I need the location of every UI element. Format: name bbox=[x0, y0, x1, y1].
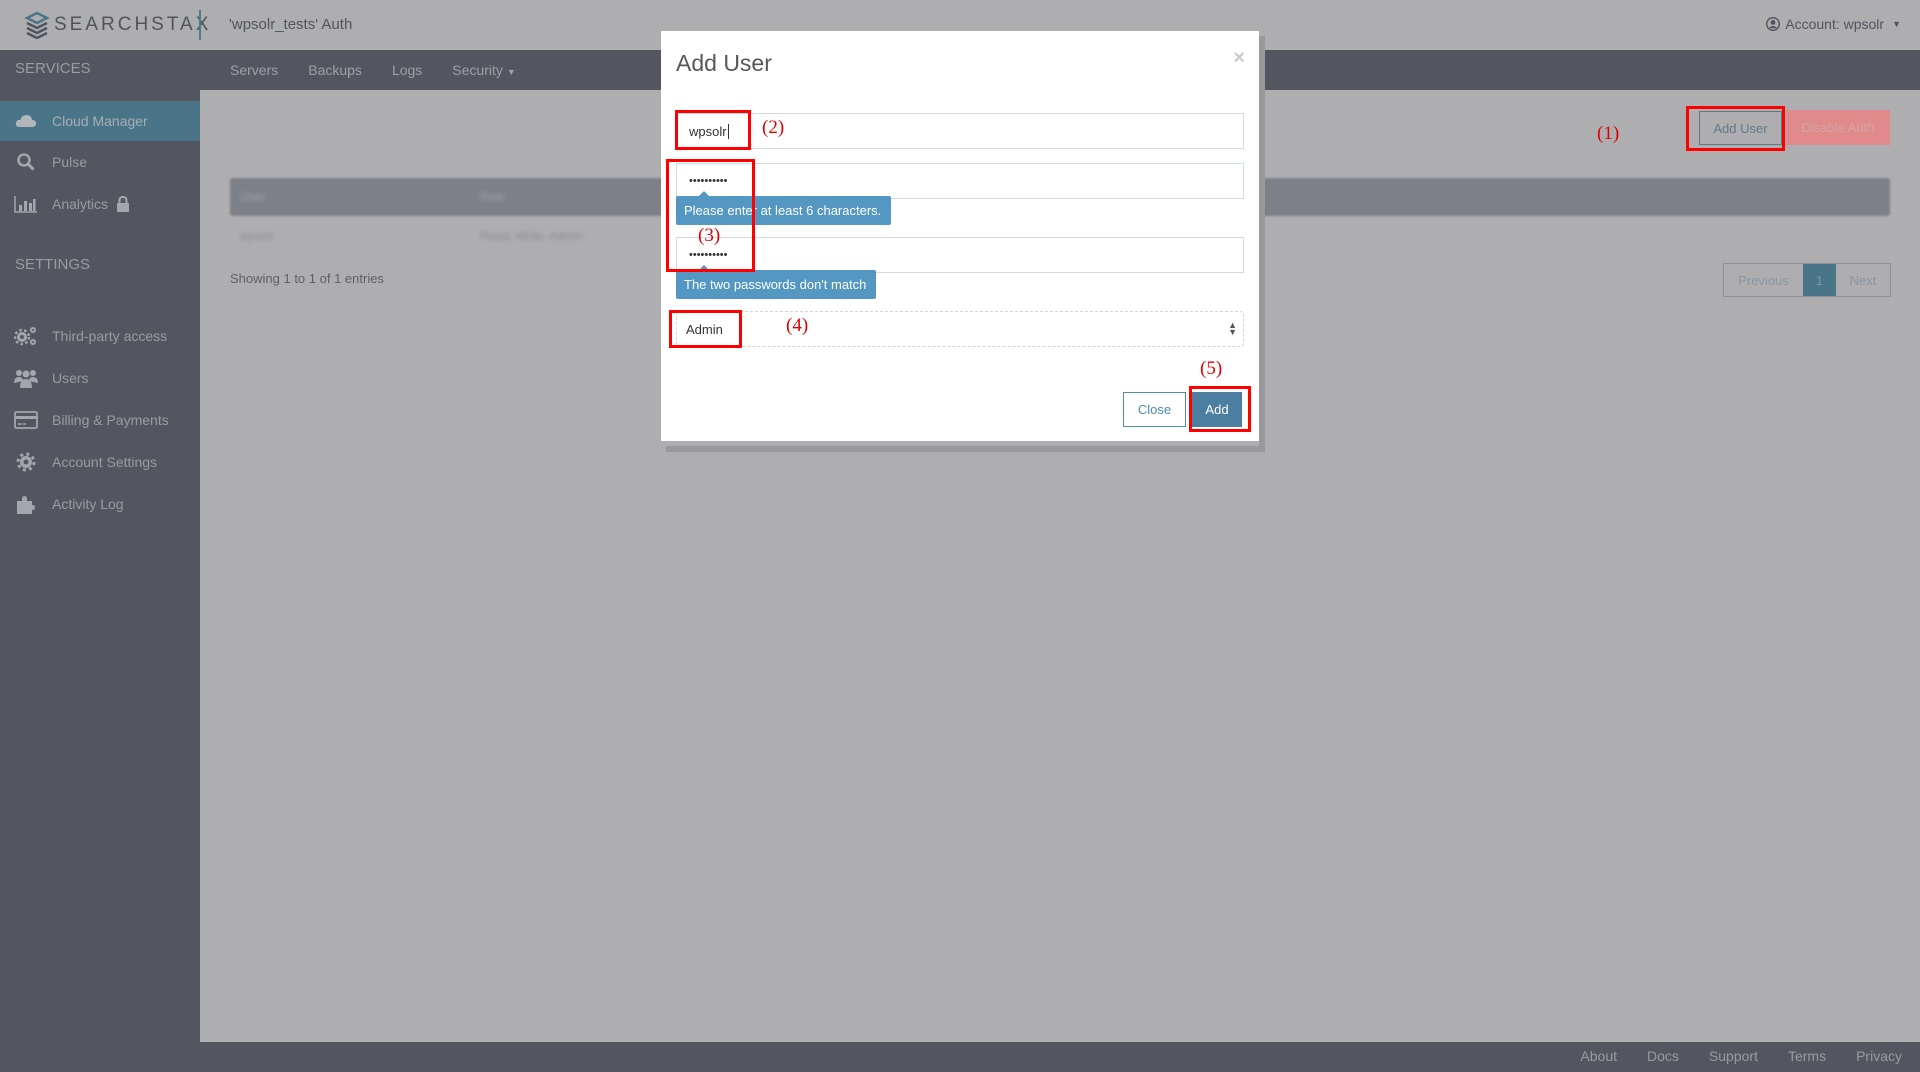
close-button[interactable]: Close bbox=[1123, 392, 1186, 427]
sidebar-item-label: Analytics bbox=[52, 196, 109, 212]
footer-link-terms[interactable]: Terms bbox=[1788, 1048, 1826, 1064]
sidebar: Cloud Manager Pulse Analytics SETTINGS T… bbox=[0, 90, 210, 1042]
confirm-password-validation-tooltip: The two passwords don't match bbox=[676, 265, 877, 299]
credit-card-icon bbox=[14, 410, 38, 430]
table-header-user[interactable]: User bbox=[240, 190, 265, 204]
sidebar-item-activity-log[interactable]: Activity Log bbox=[0, 486, 200, 522]
annotation-label-2: (2) bbox=[762, 117, 785, 138]
close-icon[interactable]: × bbox=[1233, 47, 1245, 70]
table-header-role[interactable]: Role bbox=[480, 190, 505, 204]
pagination-previous[interactable]: Previous bbox=[1724, 264, 1803, 296]
footer-link-docs[interactable]: Docs bbox=[1647, 1048, 1679, 1064]
pagination-page-1[interactable]: 1 bbox=[1803, 264, 1836, 296]
logo-text: SEARCHSTAX bbox=[54, 14, 212, 35]
sidebar-item-billing[interactable]: Billing & Payments bbox=[0, 402, 200, 438]
sidebar-item-analytics[interactable]: Analytics bbox=[0, 186, 200, 222]
sidebar-item-cloud-manager[interactable]: Cloud Manager bbox=[0, 101, 210, 149]
annotation-box-5 bbox=[1189, 386, 1251, 432]
sidebar-item-label: Third-party access bbox=[52, 328, 168, 344]
header-divider bbox=[199, 10, 201, 40]
tab-security[interactable]: Security ▼ bbox=[452, 50, 516, 90]
service-tabs: Servers Backups Logs Security ▼ bbox=[230, 50, 546, 90]
puzzle-icon bbox=[14, 494, 38, 514]
tab-security-label: Security bbox=[452, 62, 503, 78]
services-heading: SERVICES bbox=[15, 60, 91, 77]
annotation-box-2 bbox=[675, 110, 751, 150]
table-cell-role: Read, Write, Admin bbox=[480, 229, 584, 243]
modal-title: Add User bbox=[676, 50, 772, 76]
sidebar-item-users[interactable]: Users bbox=[0, 360, 200, 396]
sidebar-item-pulse[interactable]: Pulse bbox=[0, 144, 200, 180]
search-icon bbox=[14, 152, 38, 172]
account-menu[interactable]: Account: wpsolr ▼ bbox=[1766, 16, 1901, 32]
sidebar-item-label: Account Settings bbox=[52, 454, 158, 470]
layers-logo-icon bbox=[24, 11, 50, 39]
settings-heading: SETTINGS bbox=[15, 256, 91, 273]
select-arrows-icon: ▲ ▼ bbox=[1228, 320, 1237, 337]
footer-link-support[interactable]: Support bbox=[1709, 1048, 1758, 1064]
annotation-label-3: (3) bbox=[698, 225, 721, 246]
sidebar-item-label: Billing & Payments bbox=[52, 412, 169, 428]
pagination-next[interactable]: Next bbox=[1836, 264, 1890, 296]
annotation-box-1 bbox=[1686, 106, 1785, 151]
footer-links: About Docs Support Terms Privacy bbox=[1550, 1048, 1902, 1064]
tab-backups[interactable]: Backups bbox=[308, 50, 362, 90]
cloud-icon bbox=[14, 111, 38, 131]
footer-link-about[interactable]: About bbox=[1580, 1048, 1617, 1064]
footer: About Docs Support Terms Privacy bbox=[0, 1042, 1920, 1072]
pagination: Previous 1 Next bbox=[1723, 263, 1891, 297]
footer-link-privacy[interactable]: Privacy bbox=[1856, 1048, 1902, 1064]
sidebar-item-label: Pulse bbox=[52, 154, 88, 170]
sidebar-item-label: Cloud Manager bbox=[52, 113, 148, 129]
annotation-box-4 bbox=[669, 310, 742, 348]
confirm-password-input[interactable]: •••••••••• bbox=[676, 237, 1244, 273]
table-cell-user: wpsolr bbox=[240, 229, 275, 243]
sidebar-item-label: Activity Log bbox=[52, 496, 124, 512]
account-label: Account: wpsolr bbox=[1785, 16, 1885, 32]
sidebar-item-account-settings[interactable]: Account Settings bbox=[0, 444, 200, 480]
sidebar-item-third-party-access[interactable]: Third-party access bbox=[0, 318, 200, 354]
modal-shadow bbox=[666, 446, 1260, 452]
role-select[interactable]: Admin ▲ ▼ bbox=[676, 311, 1244, 347]
disable-auth-button[interactable]: Disable Auth bbox=[1786, 110, 1890, 145]
lock-icon bbox=[116, 196, 130, 212]
annotation-label-1: (1) bbox=[1597, 123, 1620, 144]
sidebar-item-label: Users bbox=[52, 370, 89, 386]
annotation-box-3 bbox=[666, 159, 755, 272]
users-icon bbox=[14, 368, 38, 388]
bar-chart-icon bbox=[14, 194, 38, 214]
password-input[interactable]: •••••••••• bbox=[676, 163, 1244, 199]
tab-logs[interactable]: Logs bbox=[392, 50, 422, 90]
caret-down-icon: ▼ bbox=[1892, 19, 1901, 29]
searchstax-logo[interactable]: SEARCHSTAX bbox=[24, 10, 211, 40]
user-circle-icon bbox=[1766, 17, 1781, 31]
annotation-label-4: (4) bbox=[786, 315, 809, 336]
page-title: 'wpsolr_tests' Auth bbox=[229, 16, 353, 33]
caret-down-icon: ▼ bbox=[506, 67, 516, 77]
modal-shadow bbox=[1259, 36, 1265, 452]
gears-icon bbox=[14, 326, 38, 346]
gear-icon bbox=[14, 452, 38, 472]
entries-summary: Showing 1 to 1 of 1 entries bbox=[230, 271, 384, 286]
tab-servers[interactable]: Servers bbox=[230, 50, 278, 90]
annotation-label-5: (5) bbox=[1200, 358, 1223, 379]
